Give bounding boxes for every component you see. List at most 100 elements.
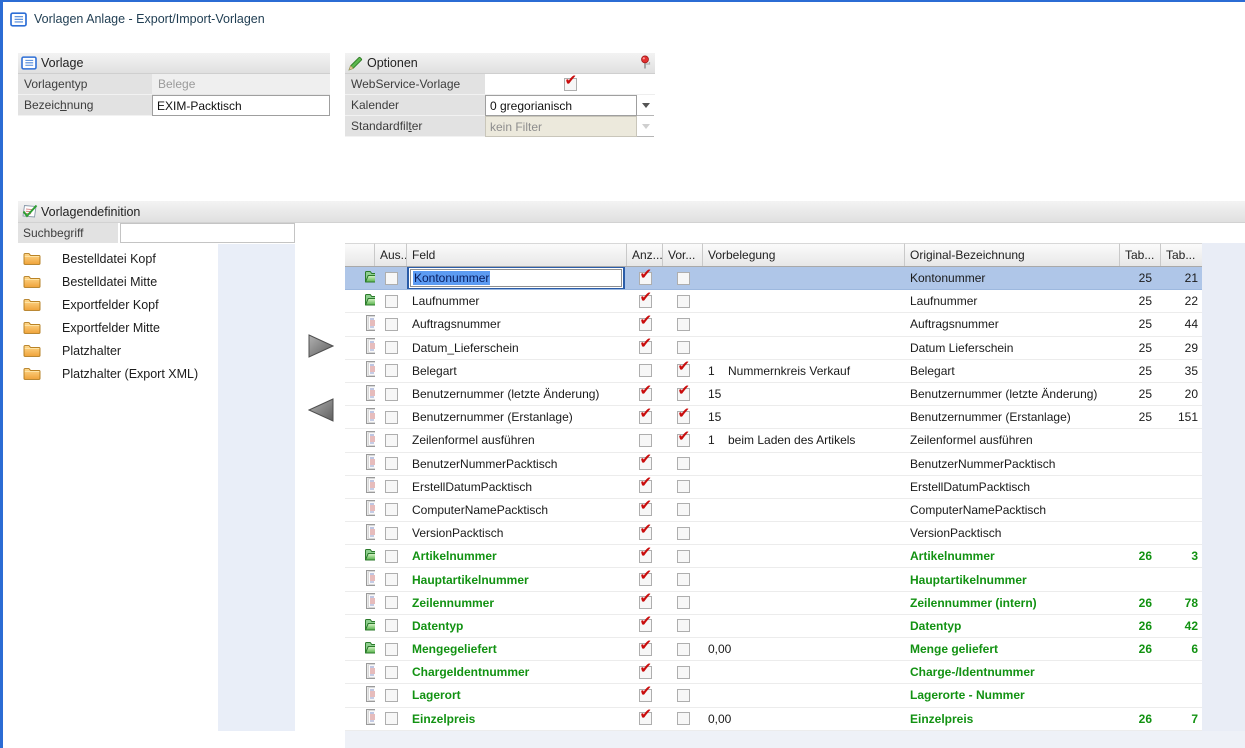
tab2-cell[interactable]: 78 [1161,592,1202,614]
table-row[interactable]: Datum_Lieferschein Datum Lieferschein 25… [345,337,1202,360]
vor-checkbox[interactable] [677,364,690,377]
table-row[interactable]: Zeilennummer Zeilennummer (intern) 26 78 [345,592,1202,615]
feld-cell[interactable]: Artikelnummer [407,545,627,567]
anz-checkbox[interactable] [639,643,652,656]
anz-checkbox[interactable] [639,457,652,470]
vorbelegung-cell[interactable] [703,337,905,359]
tab1-cell[interactable] [1120,499,1161,521]
webservice-checkbox[interactable] [564,78,577,91]
vorbelegung-cell[interactable] [703,568,905,590]
column-header[interactable]: Feld [407,243,627,266]
tab1-cell[interactable] [1120,522,1161,544]
vorbelegung-cell[interactable]: 1 beim Laden des Artikels [703,429,905,451]
tab1-cell[interactable] [1120,476,1161,498]
original-cell[interactable]: Lagerorte - Nummer [905,684,1120,706]
original-cell[interactable]: Benutzernummer (Erstanlage) [905,406,1120,428]
column-header[interactable]: Aus... [375,243,407,266]
aus-checkbox[interactable] [385,573,398,586]
aus-checkbox[interactable] [385,457,398,470]
aus-checkbox[interactable] [385,503,398,516]
feld-cell[interactable]: Hauptartikelnummer [407,568,627,590]
vorbelegung-cell[interactable] [703,522,905,544]
original-cell[interactable]: ErstellDatumPacktisch [905,476,1120,498]
vorbelegung-cell[interactable] [703,453,905,475]
anz-checkbox[interactable] [639,689,652,702]
vorbelegung-cell[interactable] [703,661,905,683]
vor-checkbox[interactable] [677,411,690,424]
table-row[interactable]: Belegart 1 Nummernkreis Verkauf Belegart… [345,360,1202,383]
tab2-cell[interactable]: 20 [1161,383,1202,405]
original-cell[interactable]: Laufnummer [905,290,1120,312]
vor-checkbox[interactable] [677,619,690,632]
feld-cell[interactable]: Datentyp [407,615,627,637]
anz-checkbox[interactable] [639,272,652,285]
original-cell[interactable]: Belegart [905,360,1120,382]
feld-cell[interactable]: Benutzernummer (letzte Änderung) [407,383,627,405]
feld-cell[interactable]: Datum_Lieferschein [407,337,627,359]
tab2-cell[interactable]: 44 [1161,313,1202,335]
feld-cell[interactable]: Zeilennummer [407,592,627,614]
original-cell[interactable]: Datum Lieferschein [905,337,1120,359]
tab1-cell[interactable] [1120,661,1161,683]
table-row[interactable]: Mengegeliefert 0,00 Menge geliefert 26 6 [345,638,1202,661]
aus-checkbox[interactable] [385,411,398,424]
vorbelegung-cell[interactable] [703,499,905,521]
original-cell[interactable]: Artikelnummer [905,545,1120,567]
tab1-cell[interactable]: 25 [1120,383,1161,405]
aus-checkbox[interactable] [385,272,398,285]
tab2-cell[interactable]: 21 [1161,267,1202,289]
original-cell[interactable]: Auftragsnummer [905,313,1120,335]
column-header[interactable]: Tab... [1120,243,1161,266]
feld-edit-box[interactable]: Kontonummer [407,267,625,289]
aus-checkbox[interactable] [385,689,398,702]
vor-checkbox[interactable] [677,527,690,540]
table-row[interactable]: Auftragsnummer Auftragsnummer 25 44 [345,313,1202,336]
aus-checkbox[interactable] [385,341,398,354]
move-right-button[interactable] [308,334,336,358]
anz-checkbox[interactable] [639,503,652,516]
original-cell[interactable]: Zeilenformel ausführen [905,429,1120,451]
column-header[interactable]: Tab... [1161,243,1202,266]
anz-checkbox[interactable] [639,364,652,377]
feld-cell[interactable]: Kontonummer [407,267,627,289]
tab1-cell[interactable] [1120,684,1161,706]
tab1-cell[interactable]: 25 [1120,360,1161,382]
vor-checkbox[interactable] [677,272,690,285]
table-row[interactable]: ChargeIdentnummer Charge-/Identnummer [345,661,1202,684]
tab2-cell[interactable] [1161,522,1202,544]
vorbelegung-cell[interactable]: 0,00 [703,708,905,730]
vor-checkbox[interactable] [677,689,690,702]
tab2-cell[interactable] [1161,661,1202,683]
table-row[interactable]: Zeilenformel ausführen 1 beim Laden des … [345,429,1202,452]
tab2-cell[interactable] [1161,684,1202,706]
vor-checkbox[interactable] [677,550,690,563]
tab1-cell[interactable]: 25 [1120,313,1161,335]
tab1-cell[interactable]: 26 [1120,545,1161,567]
feld-cell[interactable]: Einzelpreis [407,708,627,730]
tab2-cell[interactable] [1161,568,1202,590]
original-cell[interactable]: Einzelpreis [905,708,1120,730]
tab1-cell[interactable]: 25 [1120,267,1161,289]
feld-cell[interactable]: Auftragsnummer [407,313,627,335]
anz-checkbox[interactable] [639,573,652,586]
anz-checkbox[interactable] [639,666,652,679]
column-header[interactable]: Vorbelegung [703,243,905,266]
table-row[interactable]: Kontonummer Kontonummer 25 21 [345,267,1202,290]
original-cell[interactable]: Hauptartikelnummer [905,568,1120,590]
original-cell[interactable]: Datentyp [905,615,1120,637]
tab2-cell[interactable]: 42 [1161,615,1202,637]
feld-cell[interactable]: ErstellDatumPacktisch [407,476,627,498]
anz-checkbox[interactable] [639,527,652,540]
anz-checkbox[interactable] [639,619,652,632]
tab1-cell[interactable]: 26 [1120,615,1161,637]
vor-checkbox[interactable] [677,434,690,447]
vor-checkbox[interactable] [677,596,690,609]
folder-item[interactable]: Platzhalter [18,339,218,362]
feld-cell[interactable]: Benutzernummer (Erstanlage) [407,406,627,428]
column-header[interactable]: Anz... [627,243,663,266]
anz-checkbox[interactable] [639,480,652,493]
vor-checkbox[interactable] [677,295,690,308]
original-cell[interactable]: Zeilennummer (intern) [905,592,1120,614]
tab2-cell[interactable] [1161,476,1202,498]
aus-checkbox[interactable] [385,295,398,308]
